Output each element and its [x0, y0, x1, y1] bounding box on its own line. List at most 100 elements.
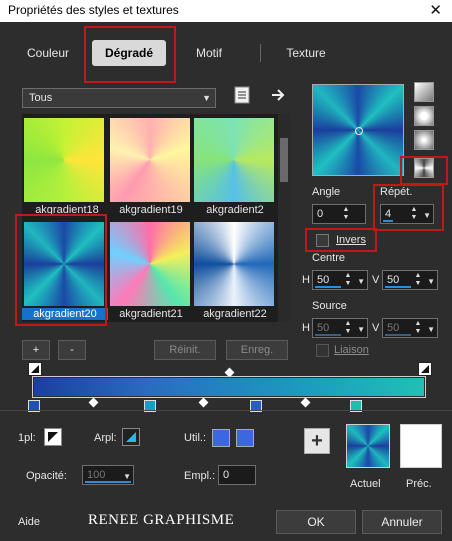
location-value: 0: [223, 469, 230, 481]
close-icon[interactable]: ✕: [429, 1, 442, 19]
opacity-label: Opacité:: [26, 470, 67, 482]
chevron-down-icon[interactable]: ▼: [427, 321, 435, 339]
highlight-style-button: [400, 156, 448, 185]
color-midpoint-handle[interactable]: [88, 397, 99, 408]
previous-swatch[interactable]: [400, 424, 442, 468]
gradient-caption: akgradient19: [119, 204, 183, 216]
center-v-level-bar: [385, 286, 411, 288]
spin-arrows-icon[interactable]: ▲ ▼: [341, 206, 351, 222]
gradient-caption: akgradient22: [203, 308, 267, 320]
previous-label: Préc.: [406, 478, 432, 490]
angle-spinbox[interactable]: 0 ▲ ▼: [312, 204, 366, 224]
ok-button[interactable]: OK: [276, 510, 356, 534]
tab-texture[interactable]: Texture: [270, 40, 342, 66]
list-view-icon[interactable]: [234, 86, 250, 104]
current-swatch[interactable]: [346, 424, 390, 468]
style-rectangular-icon[interactable]: [414, 106, 434, 126]
center-v-label: V: [372, 274, 380, 286]
gradient-thumb-akgradient19[interactable]: [110, 118, 190, 202]
gradient-thumb-akgradient2[interactable]: [194, 118, 274, 202]
gradient-preview[interactable]: [312, 84, 404, 176]
reset-button[interactable]: Réinit.: [154, 340, 216, 360]
color-midpoint-handle[interactable]: [300, 397, 311, 408]
window-title: Propriétés des styles et textures: [8, 3, 179, 17]
chevron-down-icon[interactable]: ▼: [123, 468, 131, 486]
background-plan-icon[interactable]: [122, 428, 140, 446]
save-button[interactable]: Enreg.: [226, 340, 288, 360]
spin-arrows-icon[interactable]: ▲ ▼: [343, 272, 353, 288]
tab-divider: [260, 44, 261, 62]
highlight-degrade-tab: [84, 26, 176, 83]
spin-arrows-icon[interactable]: ▲ ▼: [413, 272, 423, 288]
spin-arrows-icon[interactable]: ▲ ▼: [413, 320, 423, 336]
add-gradient-button[interactable]: +: [22, 340, 50, 360]
tab-bar: Couleur Dégradé Motif Texture: [8, 40, 448, 68]
user-color-chip[interactable]: [212, 429, 230, 447]
scrollbar-thumb[interactable]: [280, 138, 288, 182]
source-v-spinbox[interactable]: 50 ▲ ▼ ▼: [382, 318, 438, 338]
background-plan-label: Arpl:: [94, 432, 117, 444]
source-v-value: 50: [387, 322, 400, 334]
angle-label: Angle: [312, 186, 341, 198]
source-h-value: 50: [317, 322, 330, 334]
remove-gradient-button[interactable]: -: [58, 340, 86, 360]
opacity-spinbox[interactable]: 100 ▼: [82, 465, 134, 485]
spin-arrows-icon[interactable]: ▲ ▼: [343, 320, 353, 336]
tab-couleur[interactable]: Couleur: [18, 40, 78, 66]
center-v-value: 50: [387, 274, 400, 286]
source-v-label: V: [372, 322, 380, 334]
first-plan-icon[interactable]: [44, 428, 62, 446]
title-bar: Propriétés des styles et textures ✕: [0, 0, 452, 22]
source-h-label: H: [302, 322, 310, 334]
gradient-thumb-akgradient21[interactable]: [110, 222, 190, 306]
center-handle-icon[interactable]: [355, 127, 363, 135]
link-label: Liaison: [334, 344, 369, 356]
style-radial-icon[interactable]: [414, 130, 434, 150]
center-v-spinbox[interactable]: 50 ▲ ▼ ▼: [382, 270, 438, 290]
source-label: Source: [312, 300, 347, 312]
panel-divider: [0, 410, 452, 411]
user-color-chip[interactable]: [236, 429, 254, 447]
chevron-down-icon[interactable]: ▼: [357, 273, 365, 291]
gradient-caption: akgradient2: [206, 204, 264, 216]
brand-watermark: RENEE GRAPHISME: [88, 512, 235, 528]
source-h-spinbox[interactable]: 50 ▲ ▼ ▼: [312, 318, 368, 338]
transparency-stop-icon[interactable]: [418, 362, 432, 376]
source-v-level-bar: [385, 334, 411, 336]
location-input[interactable]: 0: [218, 465, 256, 485]
transparency-stop-icon[interactable]: [28, 362, 42, 376]
opacity-level-bar: [85, 481, 131, 483]
current-label: Actuel: [350, 478, 381, 490]
gradient-bar-frame: [32, 376, 426, 398]
tab-motif[interactable]: Motif: [184, 40, 234, 66]
highlight-repeat: [373, 184, 444, 231]
center-h-value: 50: [317, 274, 330, 286]
library-select[interactable]: Tous ▼: [22, 88, 216, 108]
angle-value: 0: [317, 208, 324, 220]
chevron-down-icon: ▼: [202, 93, 211, 103]
center-h-label: H: [302, 274, 310, 286]
highlight-invert: [305, 228, 377, 252]
dialog-window: Propriétés des styles et textures ✕ Coul…: [0, 0, 452, 541]
help-link[interactable]: Aide: [18, 516, 40, 528]
arrow-right-icon[interactable]: [270, 87, 286, 103]
gradient-caption: akgradient21: [119, 308, 183, 320]
library-select-value: Tous: [29, 92, 53, 104]
style-linear-icon[interactable]: [414, 82, 434, 102]
opacity-value: 100: [87, 469, 106, 481]
cancel-button[interactable]: Annuler: [362, 510, 442, 534]
add-stop-button[interactable]: +: [304, 428, 330, 454]
location-label: Empl.:: [184, 470, 216, 482]
first-plan-label: 1pl:: [18, 432, 36, 444]
gradient-thumb-akgradient18[interactable]: [24, 118, 104, 202]
chevron-down-icon[interactable]: ▼: [427, 273, 435, 291]
center-h-level-bar: [315, 286, 341, 288]
highlight-selected-gradient: [15, 214, 107, 326]
gradient-thumb-akgradient22[interactable]: [194, 222, 274, 306]
color-midpoint-handle[interactable]: [198, 397, 209, 408]
source-h-level-bar: [315, 334, 341, 336]
chevron-down-icon[interactable]: ▼: [357, 321, 365, 339]
library-scrollbar[interactable]: [278, 114, 290, 322]
center-h-spinbox[interactable]: 50 ▲ ▼ ▼: [312, 270, 368, 290]
link-checkbox[interactable]: [316, 344, 329, 357]
